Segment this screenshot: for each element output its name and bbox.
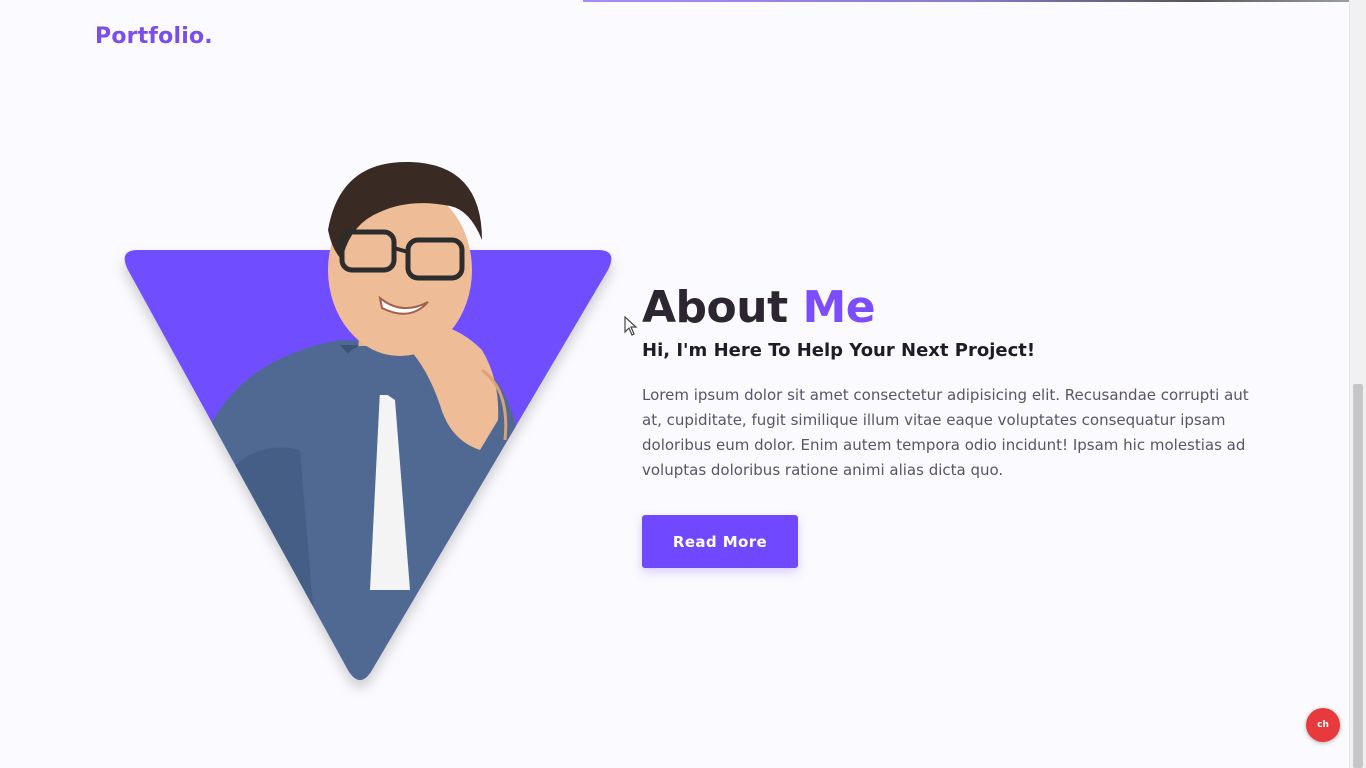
about-title-word1: About [642,282,788,333]
about-section: About Me Hi, I'm Here To Help Your Next … [642,280,1282,568]
mouse-pointer-icon [624,315,638,340]
subscribe-badge-icon[interactable]: ch [1306,708,1340,742]
subscribe-badge-text: ch [1317,720,1329,730]
about-body-text: Lorem ipsum dolor sit amet consectetur a… [642,386,1249,479]
about-subtitle: Hi, I'm Here To Help Your Next Project! [642,340,1036,361]
scrollbar-thumb[interactable] [1353,384,1363,768]
about-title: About Me [642,280,1282,336]
hero-image [110,150,630,700]
about-title-accent: Me [802,282,876,333]
top-strip [583,0,1350,2]
read-more-button[interactable]: Read More [642,515,798,568]
page-scrollbar[interactable] [1349,0,1366,768]
logo[interactable]: Portfolio. [95,24,213,49]
